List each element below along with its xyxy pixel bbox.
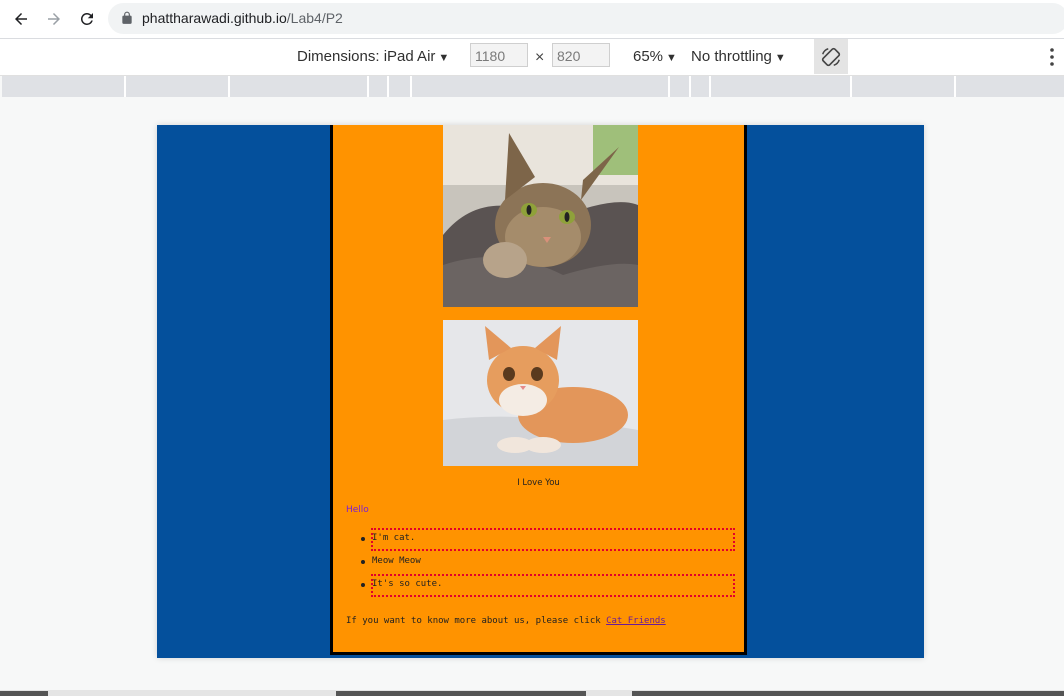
- media-query-segment[interactable]: [126, 76, 230, 97]
- bullet: [361, 560, 365, 564]
- list-item-text: I'm cat.: [372, 533, 416, 543]
- address-bar[interactable]: phattharawadi.github.io/Lab4/P2: [108, 3, 1064, 34]
- cat-list: I'm cat. Meow Meow It's so cute.: [346, 528, 738, 597]
- caret-down-icon: ▼: [438, 52, 450, 64]
- zoom-dropdown[interactable]: 65% ▼: [633, 48, 677, 65]
- more-info-paragraph: If you want to know more about us, pleas…: [346, 616, 666, 626]
- throttling-label: No throttling: [691, 48, 772, 65]
- arrow-left-icon: [15, 13, 27, 25]
- taskbar-segment: [632, 691, 1064, 696]
- dimensions-label: Dimensions: iPad Air: [297, 48, 436, 65]
- dimensions-dropdown[interactable]: Dimensions: iPad Air ▼: [297, 48, 449, 65]
- list-item: Meow Meow: [346, 551, 738, 574]
- cat-friends-link[interactable]: Cat Friends: [606, 616, 666, 626]
- media-query-bar: [0, 76, 1064, 98]
- url-path: /Lab4/P2: [286, 10, 343, 26]
- bullet: [361, 583, 365, 587]
- lock-icon: [122, 11, 132, 24]
- device-toolbar: Dimensions: iPad Air ▼ 1180 × 820 65% ▼ No…: [0, 39, 1064, 76]
- bullet: [361, 537, 365, 541]
- times-symbol: ×: [535, 49, 545, 66]
- media-query-segment[interactable]: [711, 76, 852, 97]
- taskbar-segment: [336, 691, 586, 696]
- rotate-icon: [821, 47, 841, 66]
- media-query-segment[interactable]: [369, 76, 389, 97]
- media-query-segment[interactable]: [670, 76, 691, 97]
- reload-button[interactable]: [75, 7, 99, 31]
- browser-toolbar: phattharawadi.github.io/Lab4/P2: [0, 0, 1064, 39]
- media-query-segment[interactable]: [412, 76, 670, 97]
- url-host: phattharawadi.github.io: [142, 10, 287, 26]
- caret-down-icon: ▼: [666, 52, 677, 64]
- media-query-segment[interactable]: [389, 76, 412, 97]
- more-info-text: If you want to know more about us, pleas…: [346, 616, 607, 626]
- media-query-segment[interactable]: [230, 76, 369, 97]
- taskbar-strip: [0, 690, 1064, 696]
- caret-down-icon: ▼: [774, 52, 786, 64]
- list-item-text: It's so cute.: [372, 579, 443, 589]
- media-query-segment[interactable]: [2, 76, 126, 97]
- list-item: I'm cat.: [346, 528, 738, 551]
- reload-icon: [80, 12, 93, 25]
- caption-text: I Love You: [517, 478, 560, 488]
- height-input[interactable]: 820: [552, 43, 610, 67]
- width-input[interactable]: 1180: [470, 43, 528, 67]
- url-text: phattharawadi.github.io/Lab4/P2: [142, 10, 343, 26]
- forward-button[interactable]: [42, 7, 66, 31]
- rotate-button[interactable]: [814, 39, 848, 74]
- throttling-dropdown[interactable]: No throttling ▼: [691, 48, 786, 65]
- page-content: I Love You Hello I'm cat. Meow Meow It's…: [330, 125, 747, 655]
- back-button[interactable]: [9, 7, 33, 31]
- hello-text: Hello: [346, 505, 369, 515]
- dotted-border-box: [371, 528, 735, 551]
- list-item: It's so cute.: [346, 574, 738, 597]
- taskbar-segment: [0, 691, 48, 696]
- media-query-segment[interactable]: [852, 76, 956, 97]
- device-viewport: I Love You Hello I'm cat. Meow Meow It's…: [157, 125, 924, 658]
- cat-image-tabby: [443, 125, 638, 307]
- media-query-segment[interactable]: [956, 76, 1064, 97]
- more-vertical-icon[interactable]: [1046, 47, 1058, 67]
- media-query-segment[interactable]: [691, 76, 711, 97]
- zoom-label: 65%: [633, 48, 664, 65]
- cat-image-orange: [443, 320, 638, 466]
- arrow-right-icon: [48, 13, 60, 25]
- list-item-text: Meow Meow: [372, 556, 421, 566]
